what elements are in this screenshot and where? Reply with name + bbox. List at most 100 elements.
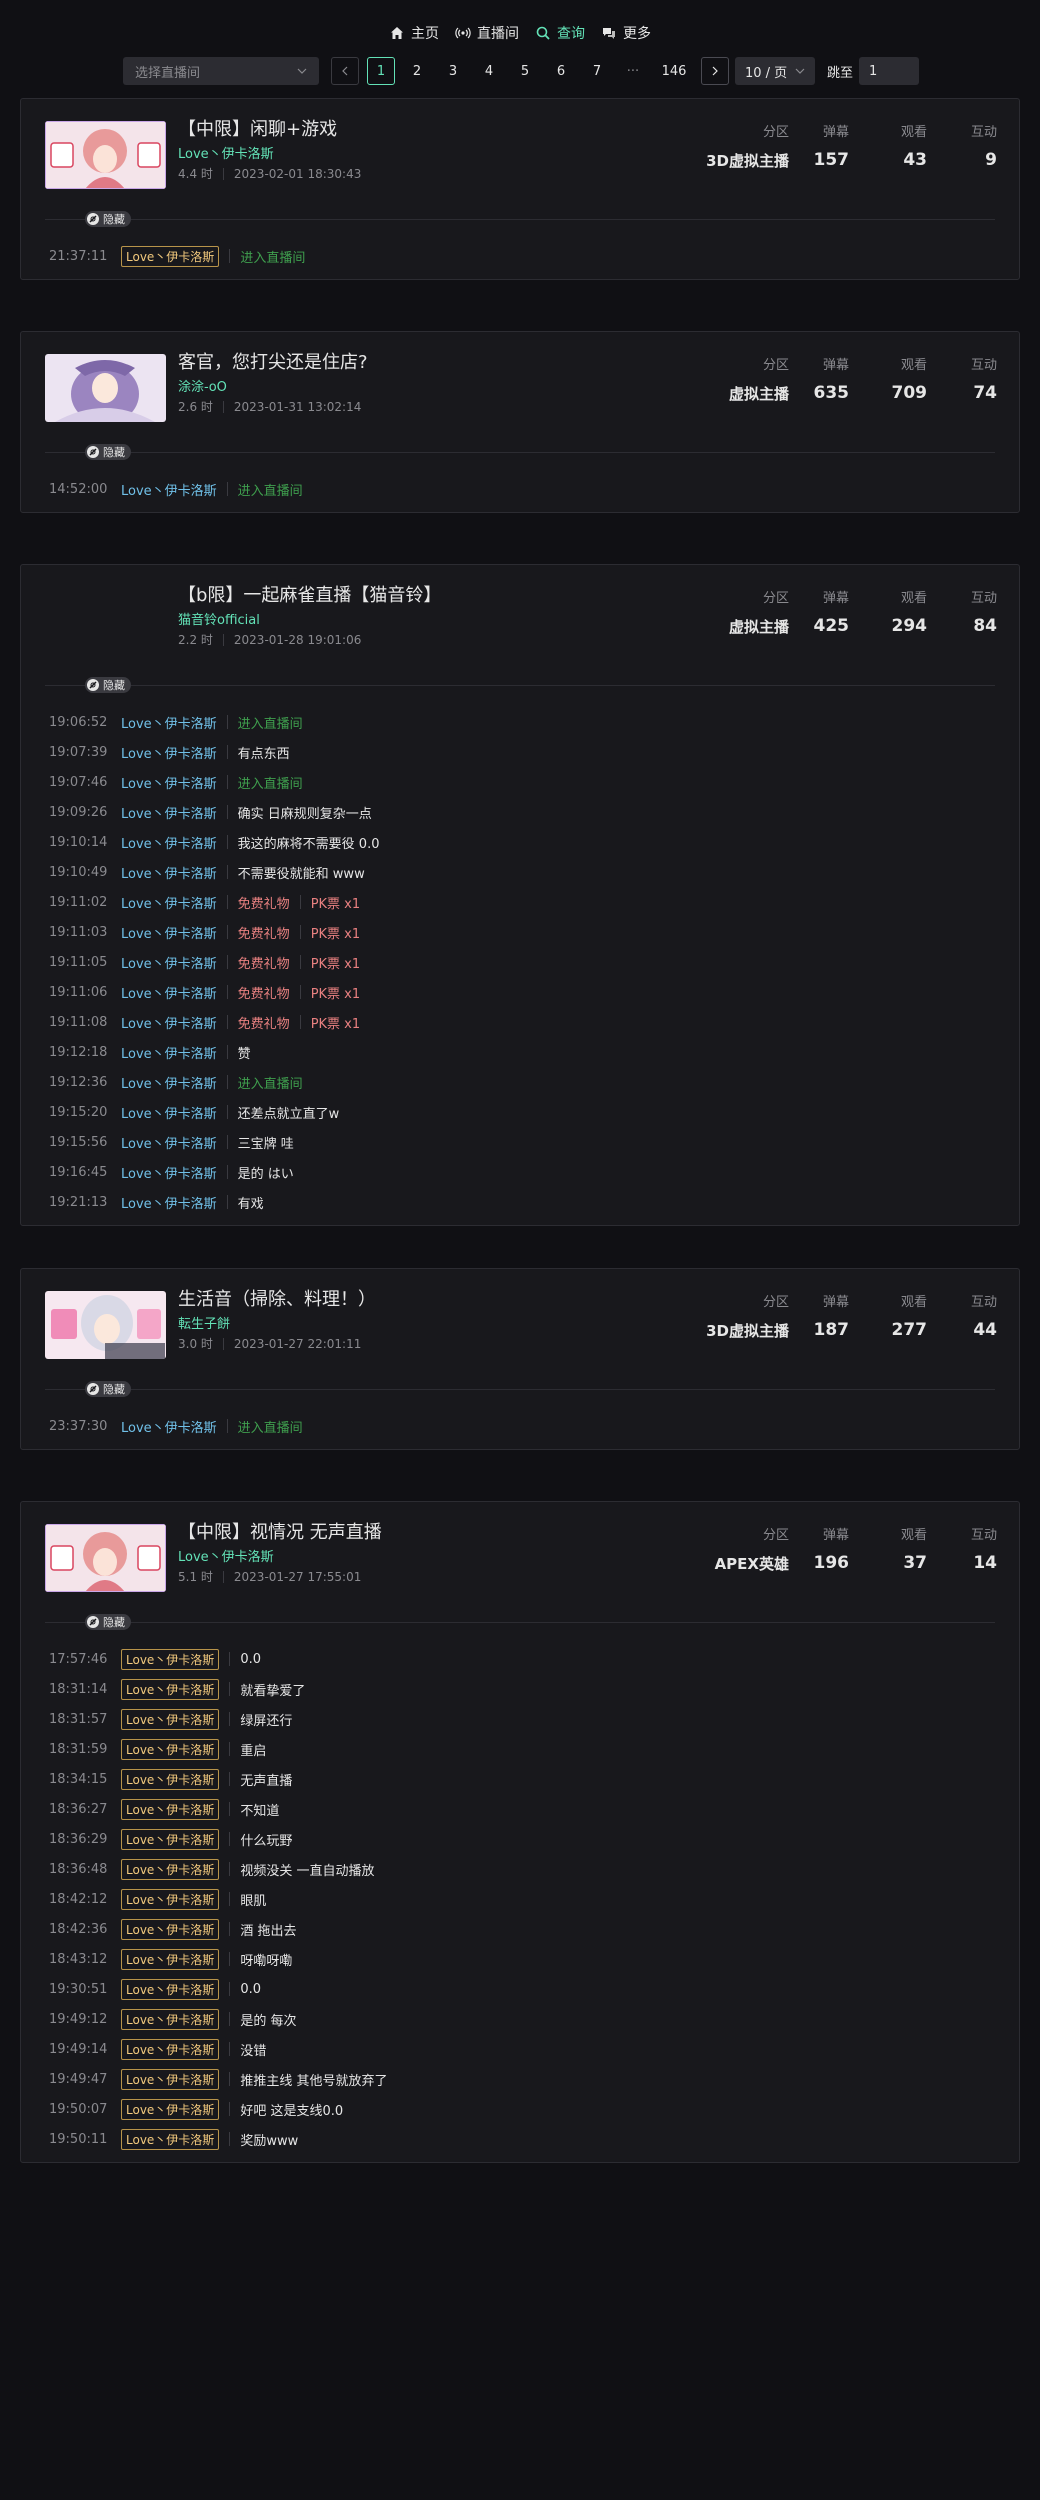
log-message: 奖励www [240, 2133, 299, 2149]
page-size-select[interactable]: 10 / 页 [735, 57, 815, 85]
stat-viewers: 43 [903, 150, 927, 170]
page-button-1[interactable]: 1 [367, 57, 395, 85]
log-user-badge[interactable]: Love丶伊卡洛斯 [121, 1648, 220, 1670]
log-user[interactable]: Love丶伊卡洛斯 [121, 1103, 217, 1122]
live-title[interactable]: 【中限】闲聊+游戏 [178, 115, 337, 141]
live-title[interactable]: 生活音（掃除、料理！） [178, 1285, 376, 1311]
page-button-6[interactable]: 6 [547, 57, 575, 85]
log-user[interactable]: Love丶伊卡洛斯 [121, 833, 217, 852]
log-user[interactable]: Love丶伊卡洛斯 [121, 1163, 217, 1182]
log-user[interactable]: Love丶伊卡洛斯 [121, 983, 217, 1002]
live-duration: 2.6 时 [178, 400, 213, 414]
page-button-7[interactable]: 7 [583, 57, 611, 85]
log-list: 23:37:30 Love丶伊卡洛斯 进入直播间 [21, 1401, 1019, 1449]
eye-off-icon [87, 1383, 99, 1395]
cover-art [45, 1524, 166, 1592]
log-time: 19:21:13 [49, 1194, 108, 1210]
log-user-badge[interactable]: Love丶伊卡洛斯 [121, 1678, 220, 1700]
next-page-button[interactable] [701, 57, 729, 85]
log-row: 18:36:27 Love丶伊卡洛斯 不知道 [21, 1794, 1019, 1824]
live-title[interactable]: 【中限】视情况 无声直播 [178, 1518, 382, 1544]
prev-page-button[interactable] [331, 57, 359, 85]
log-divider [299, 955, 301, 969]
hide-divider: 隐藏 [45, 1610, 995, 1634]
log-row: 19:49:14 Love丶伊卡洛斯 没错 [21, 2034, 1019, 2064]
log-user-badge[interactable]: Love丶伊卡洛斯 [121, 2128, 220, 2150]
log-user[interactable]: Love丶伊卡洛斯 [121, 893, 217, 912]
log-user-badge[interactable]: Love丶伊卡洛斯 [121, 2038, 220, 2060]
log-user-badge[interactable]: Love丶伊卡洛斯 [121, 1978, 220, 2000]
streamer-name[interactable]: 猫音铃official [178, 609, 260, 628]
live-title[interactable]: 客官，您打尖还是住店? [178, 348, 368, 374]
log-user-badge[interactable]: Love丶伊卡洛斯 [121, 1738, 220, 1760]
log-user[interactable]: Love丶伊卡洛斯 [121, 713, 217, 732]
log-user-badge[interactable]: Love丶伊卡洛斯 [121, 1888, 220, 1910]
page-ellipsis[interactable]: ··· [619, 57, 647, 85]
eye-off-icon [87, 446, 99, 458]
stat-header-danmaku: 弹幕 [822, 1528, 849, 1543]
hide-toggle[interactable]: 隐藏 [85, 211, 131, 227]
log-user-badge[interactable]: Love丶伊卡洛斯 [121, 1768, 220, 1790]
log-message: 进入直播间 [237, 483, 303, 499]
log-user[interactable]: Love丶伊卡洛斯 [121, 773, 217, 792]
log-user[interactable]: Love丶伊卡洛斯 [121, 1073, 217, 1092]
log-user[interactable]: Love丶伊卡洛斯 [121, 1133, 217, 1152]
hide-toggle[interactable]: 隐藏 [85, 1381, 131, 1397]
log-user-badge[interactable]: Love丶伊卡洛斯 [121, 1798, 220, 1820]
log-user-badge[interactable]: Love丶伊卡洛斯 [121, 245, 220, 267]
log-row: 19:49:47 Love丶伊卡洛斯 推推主线 其他号就放弃了 [21, 2064, 1019, 2094]
log-user[interactable]: Love丶伊卡洛斯 [121, 803, 217, 822]
log-user[interactable]: Love丶伊卡洛斯 [121, 923, 217, 942]
nav-live-room[interactable]: 直播间 [455, 23, 519, 43]
page-button-2[interactable]: 2 [403, 57, 431, 85]
hide-label: 隐藏 [103, 1383, 125, 1396]
stat-area: APEX英雄 [714, 1555, 789, 1573]
page-button-5[interactable]: 5 [511, 57, 539, 85]
page-button-last[interactable]: 146 [655, 57, 693, 85]
streamer-name[interactable]: 転生子餅 [178, 1313, 230, 1332]
log-user[interactable]: Love丶伊卡洛斯 [121, 863, 217, 882]
page-button-3[interactable]: 3 [439, 57, 467, 85]
nav-home[interactable]: 主页 [389, 23, 439, 43]
log-divider [226, 715, 228, 729]
streamer-name[interactable]: Love丶伊卡洛斯 [178, 143, 274, 162]
log-message: 什么玩野 [240, 1833, 293, 1849]
log-row: 19:16:45 Love丶伊卡洛斯 是的 はい [21, 1157, 1019, 1187]
log-user-badge[interactable]: Love丶伊卡洛斯 [121, 2008, 220, 2030]
nav-query[interactable]: 查询 [535, 23, 585, 43]
log-user-badge[interactable]: Love丶伊卡洛斯 [121, 1948, 220, 1970]
live-cover-image[interactable] [45, 121, 166, 189]
log-user[interactable]: Love丶伊卡洛斯 [121, 1417, 217, 1436]
log-user-badge[interactable]: Love丶伊卡洛斯 [121, 2098, 220, 2120]
chevron-down-icon [297, 68, 307, 74]
live-meta: 2.2 时 2023-01-28 19:01:06 [178, 631, 361, 648]
live-cover-image[interactable] [45, 1524, 166, 1592]
log-user[interactable]: Love丶伊卡洛斯 [121, 1193, 217, 1212]
hide-toggle[interactable]: 隐藏 [85, 677, 131, 693]
streamer-name[interactable]: 涂涂-oO [178, 376, 227, 395]
hide-toggle[interactable]: 隐藏 [85, 444, 131, 460]
streamer-name[interactable]: Love丶伊卡洛斯 [178, 1546, 274, 1565]
log-user[interactable]: Love丶伊卡洛斯 [121, 480, 217, 499]
nav-more[interactable]: 更多 [601, 23, 651, 43]
log-user[interactable]: Love丶伊卡洛斯 [121, 743, 217, 762]
log-time: 19:50:07 [49, 2101, 108, 2117]
log-user-badge[interactable]: Love丶伊卡洛斯 [121, 1918, 220, 1940]
live-cover-image[interactable] [45, 354, 166, 422]
live-cover-image[interactable] [45, 1291, 166, 1359]
log-row: 18:36:48 Love丶伊卡洛斯 视频没关 一直自动播放 [21, 1854, 1019, 1884]
log-user-badge[interactable]: Love丶伊卡洛斯 [121, 1828, 220, 1850]
log-user-badge[interactable]: Love丶伊卡洛斯 [121, 1708, 220, 1730]
stat-viewers: 294 [891, 616, 928, 636]
log-user[interactable]: Love丶伊卡洛斯 [121, 1043, 217, 1062]
log-user-badge[interactable]: Love丶伊卡洛斯 [121, 2068, 220, 2090]
log-user-badge[interactable]: Love丶伊卡洛斯 [121, 1858, 220, 1880]
jump-page-input[interactable]: 1 [859, 57, 920, 85]
page-button-4[interactable]: 4 [475, 57, 503, 85]
log-divider [299, 925, 301, 939]
live-title[interactable]: 【b限】一起麻雀直播【猫音铃】 [178, 581, 441, 607]
room-select[interactable]: 选择直播间 [123, 57, 319, 85]
log-user[interactable]: Love丶伊卡洛斯 [121, 953, 217, 972]
hide-toggle[interactable]: 隐藏 [85, 1614, 131, 1630]
log-user[interactable]: Love丶伊卡洛斯 [121, 1013, 217, 1032]
